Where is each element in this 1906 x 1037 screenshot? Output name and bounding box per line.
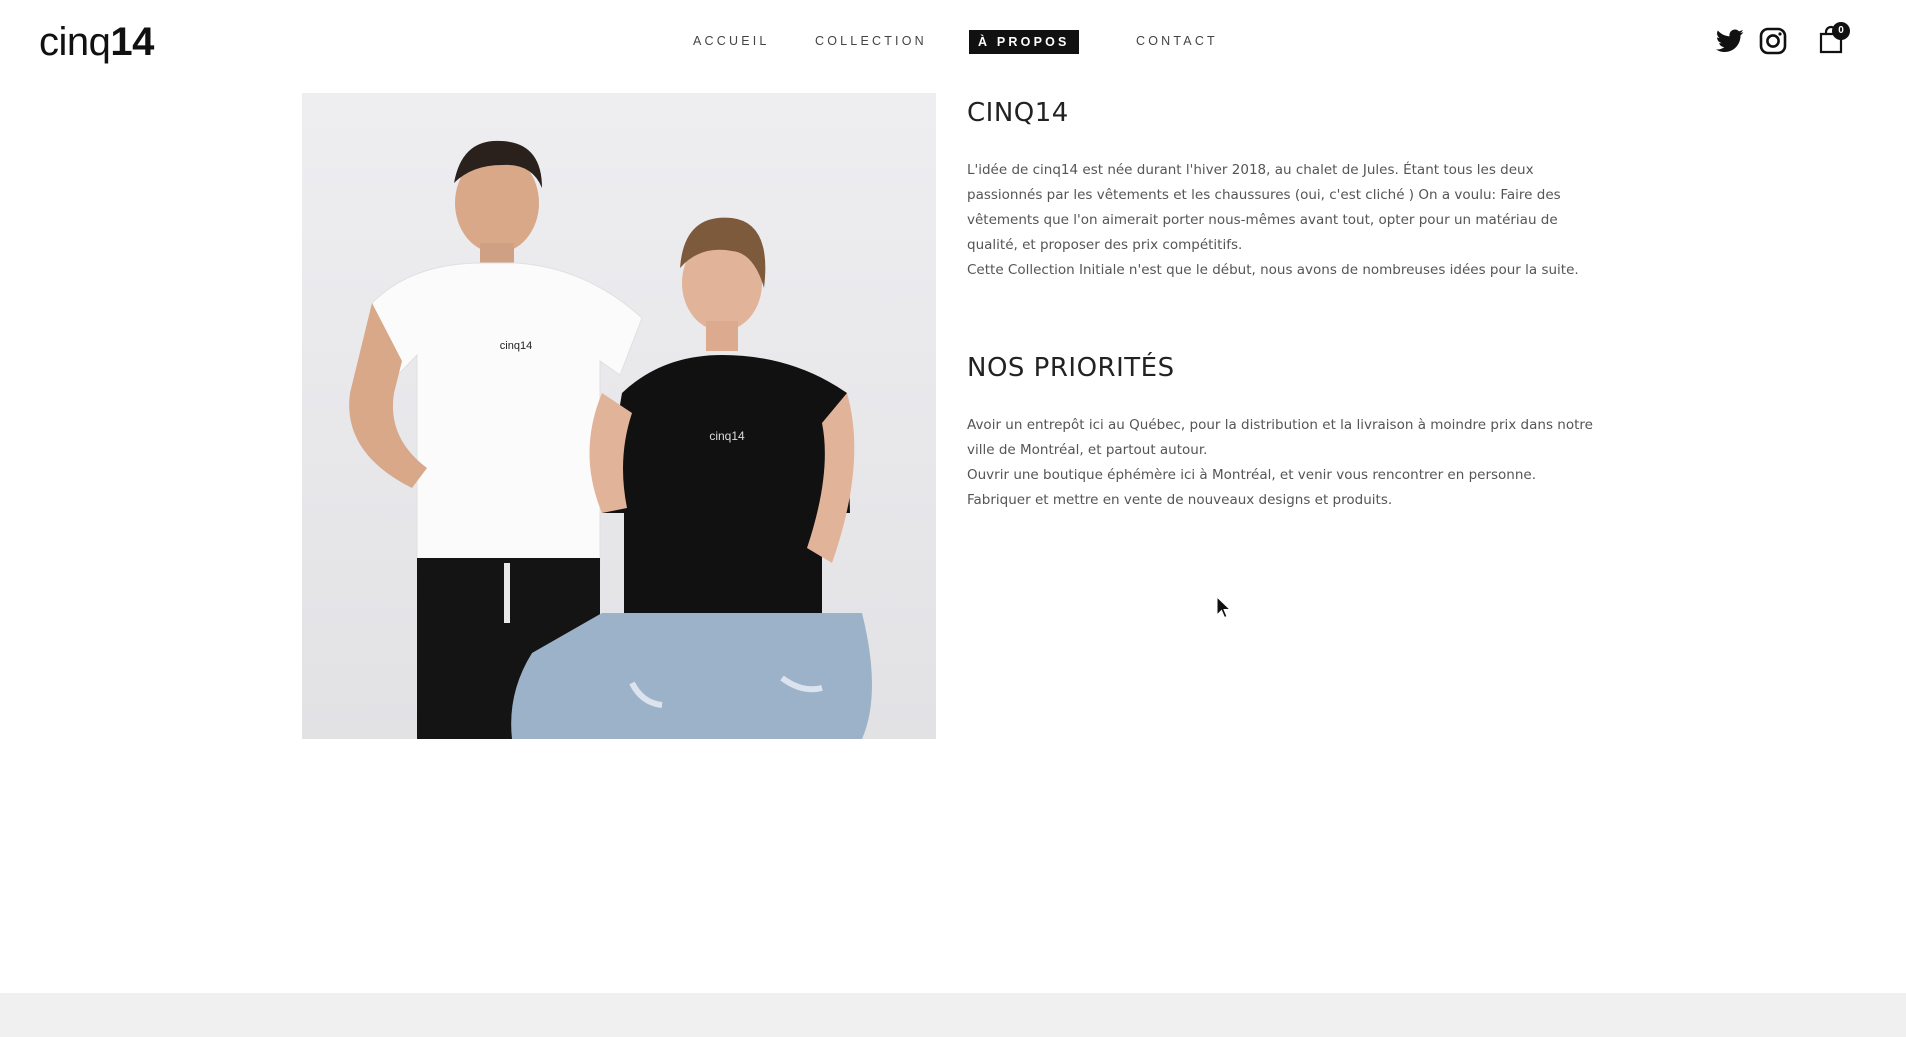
main-nav: ACCUEIL COLLECTION À PROPOS CONTACT (0, 28, 1906, 58)
nav-item-collection[interactable]: COLLECTION (815, 28, 927, 54)
priority-item: Avoir un entrepôt ici au Québec, pour la… (967, 417, 1593, 458)
mouse-cursor-icon (1216, 595, 1232, 625)
cart-count-badge: 0 (1832, 22, 1850, 40)
about-paragraph: Cette Collection Initiale n'est que le d… (967, 262, 1579, 278)
footer-band (0, 993, 1906, 1037)
tshirt-print-black: cinq14 (709, 429, 745, 443)
nav-item-contact[interactable]: CONTACT (1136, 28, 1218, 54)
priority-item: Fabriquer et mettre en vente de nouveaux… (967, 492, 1393, 508)
about-paragraph: L'idée de cinq14 est née durant l'hiver … (967, 162, 1561, 253)
tshirt-print-white: cinq14 (500, 340, 532, 352)
twitter-icon[interactable] (1715, 29, 1744, 58)
nav-item-accueil[interactable]: ACCUEIL (693, 28, 770, 54)
about-page: cinq14 ACCUEIL COLLECTION À PROPOS CONTA… (0, 0, 1906, 1037)
priorities-text: Avoir un entrepôt ici au Québec, pour la… (967, 413, 1603, 513)
priority-item: Ouvrir une boutique éphémère ici à Montr… (967, 467, 1537, 483)
about-text: L'idée de cinq14 est née durant l'hiver … (967, 158, 1603, 283)
instagram-icon[interactable] (1759, 27, 1787, 60)
nav-item-a-propos[interactable]: À PROPOS (969, 30, 1079, 54)
priorities-title: NOS PRIORITÉS (967, 353, 1175, 383)
about-title: CINQ14 (967, 98, 1069, 128)
founders-photo: cinq14 cinq14 (302, 93, 936, 739)
